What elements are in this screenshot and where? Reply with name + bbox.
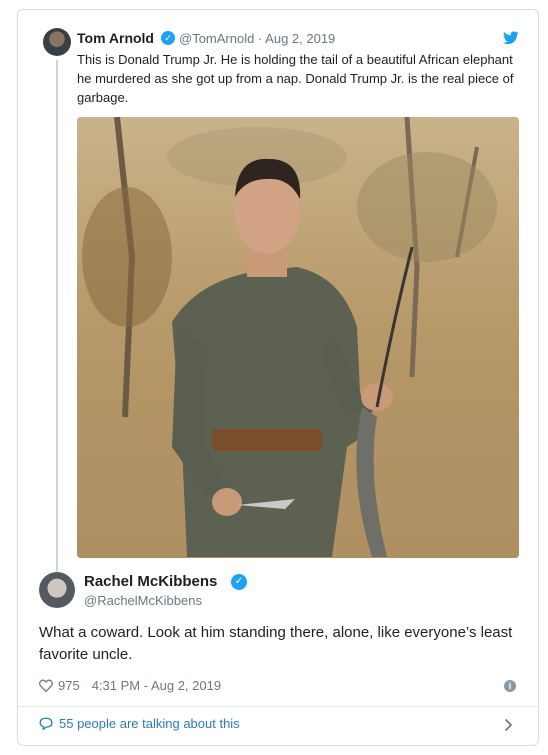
twitter-bird-icon[interactable] bbox=[503, 31, 519, 45]
tweet-meta-row: 975 4:31 PM - Aug 2, 2019 bbox=[39, 678, 221, 693]
tweet-timestamp[interactable]: 4:31 PM - Aug 2, 2019 bbox=[92, 678, 221, 693]
rachel-mckibbens-avatar[interactable] bbox=[39, 572, 75, 608]
tweet-text: What a coward. Look at him standing ther… bbox=[39, 624, 513, 663]
like-count[interactable]: 975 bbox=[58, 678, 80, 693]
verified-badge-icon: ✓ bbox=[231, 574, 247, 590]
tom-arnold-avatar[interactable] bbox=[43, 28, 71, 56]
chevron-right-icon[interactable] bbox=[504, 718, 513, 732]
quoted-author-name[interactable]: Tom Arnold bbox=[77, 30, 154, 46]
conversation-link[interactable]: 55 people are talking about this bbox=[39, 716, 240, 731]
divider bbox=[18, 706, 538, 707]
author-name[interactable]: Rachel McKibbens bbox=[84, 573, 217, 590]
embedded-tweet-card: Tom Arnold ✓ @TomArnold · Aug 2, 2019 Th… bbox=[17, 9, 539, 746]
author-handle[interactable]: @RachelMcKibbens bbox=[84, 593, 202, 608]
tweet-photo[interactable] bbox=[77, 117, 519, 558]
thread-connector-line bbox=[56, 60, 58, 572]
quoted-tweet-text: This is Donald Trump Jr. He is holding t… bbox=[77, 52, 514, 105]
speech-bubble-icon bbox=[39, 717, 53, 730]
info-icon[interactable]: i bbox=[504, 680, 516, 692]
quoted-handle-date[interactable]: @TomArnold · Aug 2, 2019 bbox=[179, 31, 335, 46]
photo-illustration bbox=[77, 117, 519, 558]
verified-badge-icon: ✓ bbox=[161, 31, 175, 45]
conversation-link-label: 55 people are talking about this bbox=[59, 716, 240, 731]
heart-icon[interactable] bbox=[39, 679, 53, 692]
